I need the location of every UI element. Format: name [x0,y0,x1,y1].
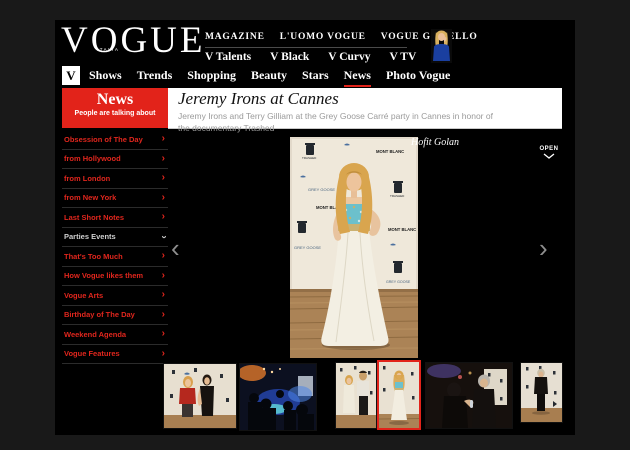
vogue-logo-italia: ITALIA [97,47,119,52]
menu-divider [205,47,407,48]
sidebar-subtitle: People are talking about [62,110,168,117]
sidebar-item-from-hollywood[interactable]: from Hollywood › [62,150,168,170]
chevron-right-icon: › [162,193,165,203]
sub-menu: V Talents V Black V Curvy V TV [205,51,416,63]
thumbnail-hofit-golan-white-gown[interactable] [377,360,421,430]
sidebar-item-obsession-of-the-day[interactable]: Obsession of The Day › [62,130,168,150]
thumbnail-jeremy-irons-interview[interactable] [425,362,513,429]
chevron-right-icon: › [162,154,165,164]
nav-stars[interactable]: Stars [302,68,329,87]
menu-v-curvy[interactable]: V Curvy [328,51,370,63]
chevron-right-icon: › [162,134,165,144]
page: VOGUE ITALIA MAGAZINE L'UOMO VOGUE VOGUE… [0,0,630,450]
svg-text:TRASHED: TRASHED [390,194,405,198]
photo-caption: Hofit Golan [411,137,459,148]
next-photo-arrow[interactable]: › [539,235,548,261]
svg-text:MONT BLANC: MONT BLANC [388,227,416,232]
chevron-down-icon: › [158,235,168,238]
sidebar-header: News People are talking about [62,88,168,128]
sidebar-item-vogue-features[interactable]: Vogue Features › [62,345,168,365]
chevron-right-icon: › [162,271,165,281]
nav-beauty[interactable]: Beauty [251,68,287,87]
nav-shows[interactable]: Shows [89,68,122,87]
menu-v-black[interactable]: V Black [270,51,309,63]
menu-vogue-gioiello[interactable]: VOGUE GIOIELLO [381,32,478,42]
sidebar-item-birthday-of-the-day[interactable]: Birthday of The Day › [62,306,168,326]
main-photo-hofit-golan[interactable]: TRASHED TRASHED GREY GOOSE GREY GOOSE GR… [290,137,418,358]
vogue-logo[interactable]: VOGUE [61,22,205,59]
thumbnail-man-dark-suit-backdrop[interactable] [520,362,563,423]
nav-news[interactable]: News [344,68,371,87]
svg-text:GREY GOOSE: GREY GOOSE [386,280,411,284]
thumbnail-party-table-blue-lights[interactable] [239,363,317,431]
svg-text:GREY GOOSE: GREY GOOSE [294,245,321,250]
sidebar-item-vogue-arts[interactable]: Vogue Arts › [62,286,168,306]
sidebar-item-parties-events[interactable]: Parties Events › [62,228,168,248]
chevron-down-icon [543,153,555,159]
chevron-right-icon: › [162,290,165,300]
sidebar-item-last-short-notes[interactable]: Last Short Notes › [62,208,168,228]
thumbnail-two-women-red-and-black[interactable] [163,363,237,429]
menu-magazine[interactable]: MAGAZINE [205,32,265,42]
chevron-right-icon: › [162,212,165,222]
chevron-right-icon: › [162,349,165,359]
menu-v-tv[interactable]: V TV [390,51,417,63]
nav-photo-vogue[interactable]: Photo Vogue [386,68,450,87]
menu-v-talents[interactable]: V Talents [205,51,251,63]
page-title: Jeremy Irons at Cannes [178,89,562,109]
svg-text:MONT BLANC: MONT BLANC [376,149,404,154]
chevron-right-icon: › [162,173,165,183]
prev-photo-arrow[interactable]: ‹ [171,235,180,261]
svg-text:TRASHED: TRASHED [302,156,317,160]
sidebar-item-thats-too-much[interactable]: That's Too Much › [62,247,168,267]
svg-text:GREY GOOSE: GREY GOOSE [308,187,335,192]
sidebar-item-how-vogue-likes-them[interactable]: How Vogue likes them › [62,267,168,287]
sidebar-title: News [62,91,168,109]
sidebar-item-from-london[interactable]: from London › [62,169,168,189]
menu-luomo-vogue[interactable]: L'UOMO VOGUE [280,32,366,42]
sidebar-item-weekend-agenda[interactable]: Weekend Agenda › [62,325,168,345]
article-description: Jeremy Irons and Terry Gilliam at the Gr… [178,110,500,135]
chevron-right-icon: › [162,251,165,261]
chevron-right-icon: › [162,310,165,320]
editor-avatar[interactable] [431,29,452,63]
vogue-site: VOGUE ITALIA MAGAZINE L'UOMO VOGUE VOGUE… [55,20,575,435]
nav-shopping[interactable]: Shopping [187,68,236,87]
sidebar-menu: Obsession of The Day › from Hollywood › … [62,130,168,364]
v-home-badge[interactable]: V [62,66,80,85]
main-nav: Shows Trends Shopping Beauty Stars News … [89,68,450,87]
thumbnail-couple-white-jacket[interactable] [335,362,377,429]
chevron-right-icon: › [162,329,165,339]
nav-trends[interactable]: Trends [137,68,173,87]
article-header: Jeremy Irons at Cannes Jeremy Irons and … [168,88,562,129]
sidebar-item-from-new-york[interactable]: from New York › [62,189,168,209]
open-button[interactable]: OPEN [536,146,562,159]
